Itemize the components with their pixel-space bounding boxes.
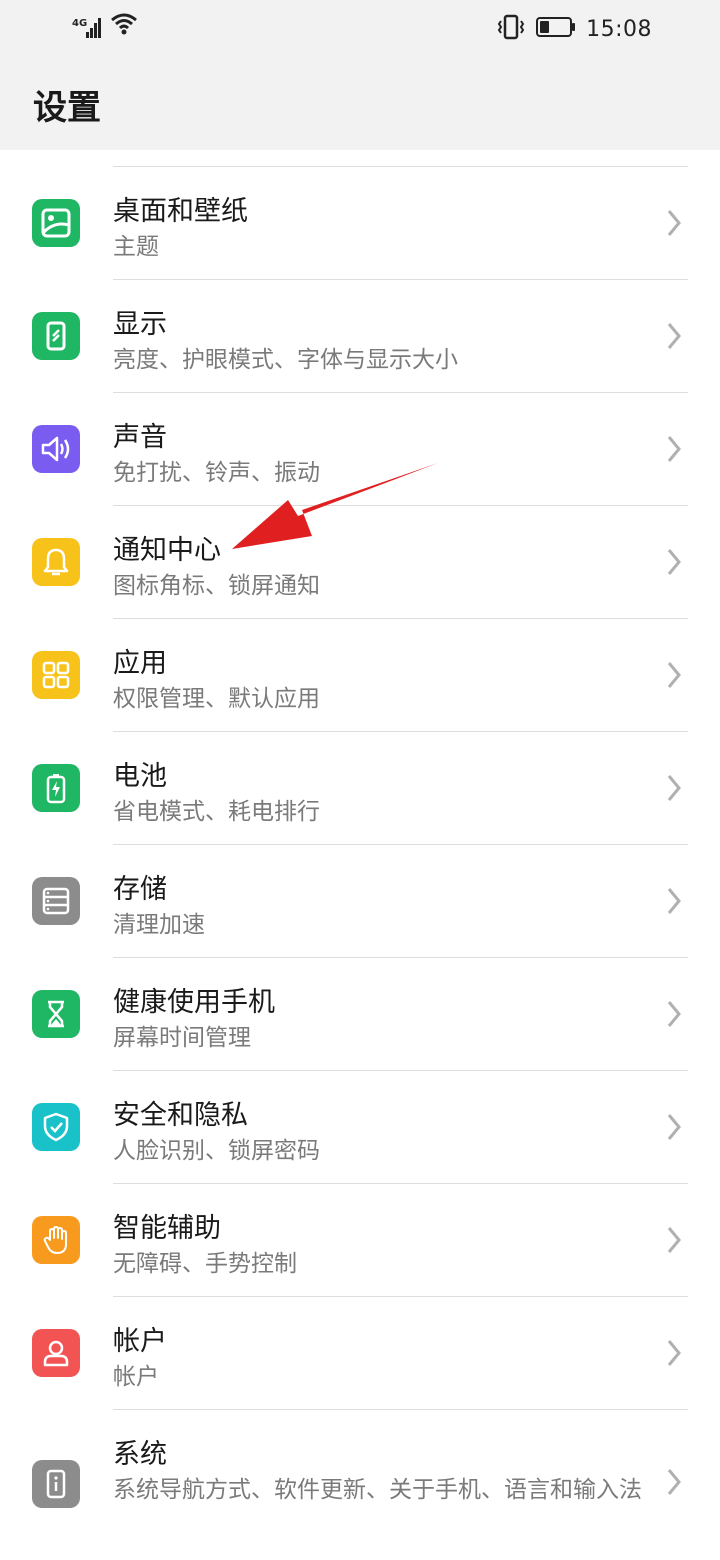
display-icon (32, 312, 80, 360)
settings-item-title: 显示 (113, 309, 167, 340)
settings-item-title: 智能辅助 (113, 1213, 221, 1244)
settings-item-title: 电池 (113, 761, 167, 792)
chevron-right-icon (664, 546, 684, 582)
settings-item-title: 桌面和壁纸 (113, 196, 248, 227)
settings-item-notification-center[interactable]: 通知中心 图标角标、锁屏通知 (0, 506, 720, 619)
account-icon (32, 1329, 80, 1377)
chevron-right-icon (664, 433, 684, 469)
status-time: 15:08 (586, 16, 652, 42)
settings-item-subtitle: 系统导航方式、软件更新、关于手机、语言和输入法 (113, 1477, 642, 1503)
settings-item-security-privacy[interactable]: 安全和隐私 人脸识别、锁屏密码 (0, 1071, 720, 1184)
chevron-right-icon (664, 998, 684, 1034)
app-bar: 设置 (0, 56, 720, 150)
apps-icon (32, 651, 80, 699)
vibrate-icon (496, 14, 526, 44)
settings-item-subtitle: 亮度、护眼模式、字体与显示大小 (113, 347, 458, 373)
settings-item-storage[interactable]: 存储 清理加速 (0, 845, 720, 958)
settings-item-title: 健康使用手机 (113, 987, 275, 1018)
sound-icon (32, 425, 80, 473)
wallpaper-icon (32, 199, 80, 247)
status-left: 4G (70, 12, 138, 40)
settings-item-title: 通知中心 (113, 535, 221, 566)
chevron-right-icon (664, 207, 684, 243)
chevron-right-icon (664, 1224, 684, 1260)
settings-item-title: 帐户 (113, 1326, 167, 1357)
chevron-right-icon (664, 1111, 684, 1147)
settings-item-system[interactable]: 系统 系统导航方式、软件更新、关于手机、语言和输入法 (0, 1410, 720, 1560)
settings-item-title: 应用 (113, 648, 167, 679)
chevron-right-icon (664, 885, 684, 921)
settings-item-title: 存储 (113, 874, 167, 905)
settings-item-title: 安全和隐私 (113, 1100, 248, 1131)
settings-item-digital-balance[interactable]: 健康使用手机 屏幕时间管理 (0, 958, 720, 1071)
signal-icon: 4G (70, 14, 102, 40)
battery-icon (536, 16, 576, 42)
status-right: 15:08 (496, 14, 652, 44)
bell-icon (32, 538, 80, 586)
chevron-right-icon (664, 659, 684, 695)
settings-item-subtitle: 帐户 (113, 1364, 159, 1390)
battery-charge-icon (32, 764, 80, 812)
settings-item-sound[interactable]: 声音 免打扰、铃声、振动 (0, 393, 720, 506)
page-title: 设置 (33, 88, 101, 128)
settings-item-subtitle: 人脸识别、锁屏密码 (113, 1138, 320, 1164)
settings-item-subtitle: 免打扰、铃声、振动 (113, 460, 320, 486)
settings-item-title: 声音 (113, 422, 167, 453)
settings-item-subtitle: 屏幕时间管理 (113, 1025, 251, 1051)
settings-item-accounts[interactable]: 帐户 帐户 (0, 1297, 720, 1410)
settings-item-display[interactable]: 显示 亮度、护眼模式、字体与显示大小 (0, 280, 720, 393)
chevron-right-icon (664, 772, 684, 808)
settings-item-subtitle: 图标角标、锁屏通知 (113, 573, 320, 599)
settings-item-wallpaper[interactable]: 桌面和壁纸 主题 (0, 167, 720, 280)
settings-item-subtitle: 清理加速 (113, 912, 205, 938)
status-bar: 4G 15:08 (0, 0, 720, 56)
settings-item-smart-assistance[interactable]: 智能辅助 无障碍、手势控制 (0, 1184, 720, 1297)
settings-item-subtitle: 权限管理、默认应用 (113, 686, 320, 712)
chevron-right-icon (664, 1466, 684, 1502)
settings-item-battery[interactable]: 电池 省电模式、耗电排行 (0, 732, 720, 845)
settings-item-subtitle: 无障碍、手势控制 (113, 1251, 297, 1277)
settings-item-subtitle: 主题 (113, 234, 159, 260)
chevron-right-icon (664, 1337, 684, 1373)
chevron-right-icon (664, 320, 684, 356)
settings-item-apps[interactable]: 应用 权限管理、默认应用 (0, 619, 720, 732)
shield-icon (32, 1103, 80, 1151)
settings-item-title: 系统 (113, 1439, 167, 1470)
hourglass-icon (32, 990, 80, 1038)
wifi-icon (110, 12, 138, 40)
storage-icon (32, 877, 80, 925)
settings-item-subtitle: 省电模式、耗电排行 (113, 799, 320, 825)
system-info-icon (32, 1460, 80, 1508)
hand-icon (32, 1216, 80, 1264)
